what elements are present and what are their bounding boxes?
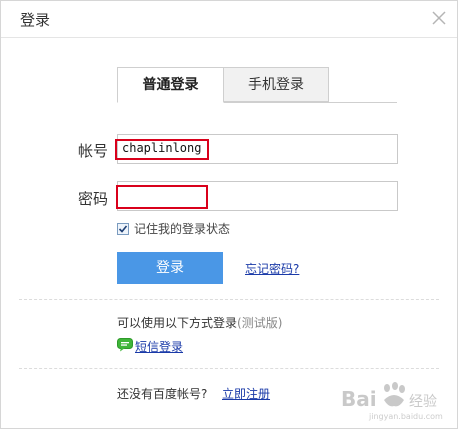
tab-normal-login[interactable]: 普通登录 — [117, 67, 224, 103]
sms-login-link[interactable]: 短信登录 — [135, 338, 183, 355]
alt-login-heading-text: 可以使用以下方式登录 — [117, 316, 238, 330]
password-highlight-box — [116, 185, 208, 209]
svg-text:Bai: Bai — [341, 387, 377, 411]
baidu-jingyan-watermark: Bai 经验 jingyan.baidu.com — [339, 376, 451, 422]
login-dialog: 登录 普通登录 手机登录 帐号 chaplinlong 密码 记住我的登录状态 … — [0, 0, 458, 429]
svg-text:经验: 经验 — [409, 394, 437, 410]
section-divider — [19, 299, 439, 300]
password-label: 密码 — [78, 190, 109, 208]
dialog-title: 登录 — [20, 11, 51, 29]
dialog-titlebar: 登录 — [1, 1, 457, 38]
login-button[interactable]: 登录 — [117, 252, 223, 284]
sms-bubble-icon — [117, 337, 133, 352]
account-label: 帐号 — [78, 142, 109, 160]
checkmark-icon — [118, 225, 128, 233]
alt-login-beta-note: (测试版) — [237, 316, 283, 330]
tab-phone-login[interactable]: 手机登录 — [224, 67, 329, 102]
no-account-text: 还没有百度帐号? — [117, 387, 208, 401]
alt-login-heading: 可以使用以下方式登录(测试版) — [117, 314, 282, 331]
register-link[interactable]: 立即注册 — [222, 385, 270, 402]
close-icon[interactable] — [429, 8, 449, 28]
svg-text:jingyan.baidu.com: jingyan.baidu.com — [368, 412, 443, 421]
remember-checkbox[interactable] — [117, 223, 129, 235]
forgot-password-link[interactable]: 忘记密码? — [245, 260, 299, 277]
remember-label: 记住我的登录状态 — [134, 222, 231, 236]
account-highlight-box — [115, 139, 209, 160]
footer-divider — [19, 368, 439, 369]
login-tabs: 普通登录 手机登录 — [117, 67, 397, 103]
